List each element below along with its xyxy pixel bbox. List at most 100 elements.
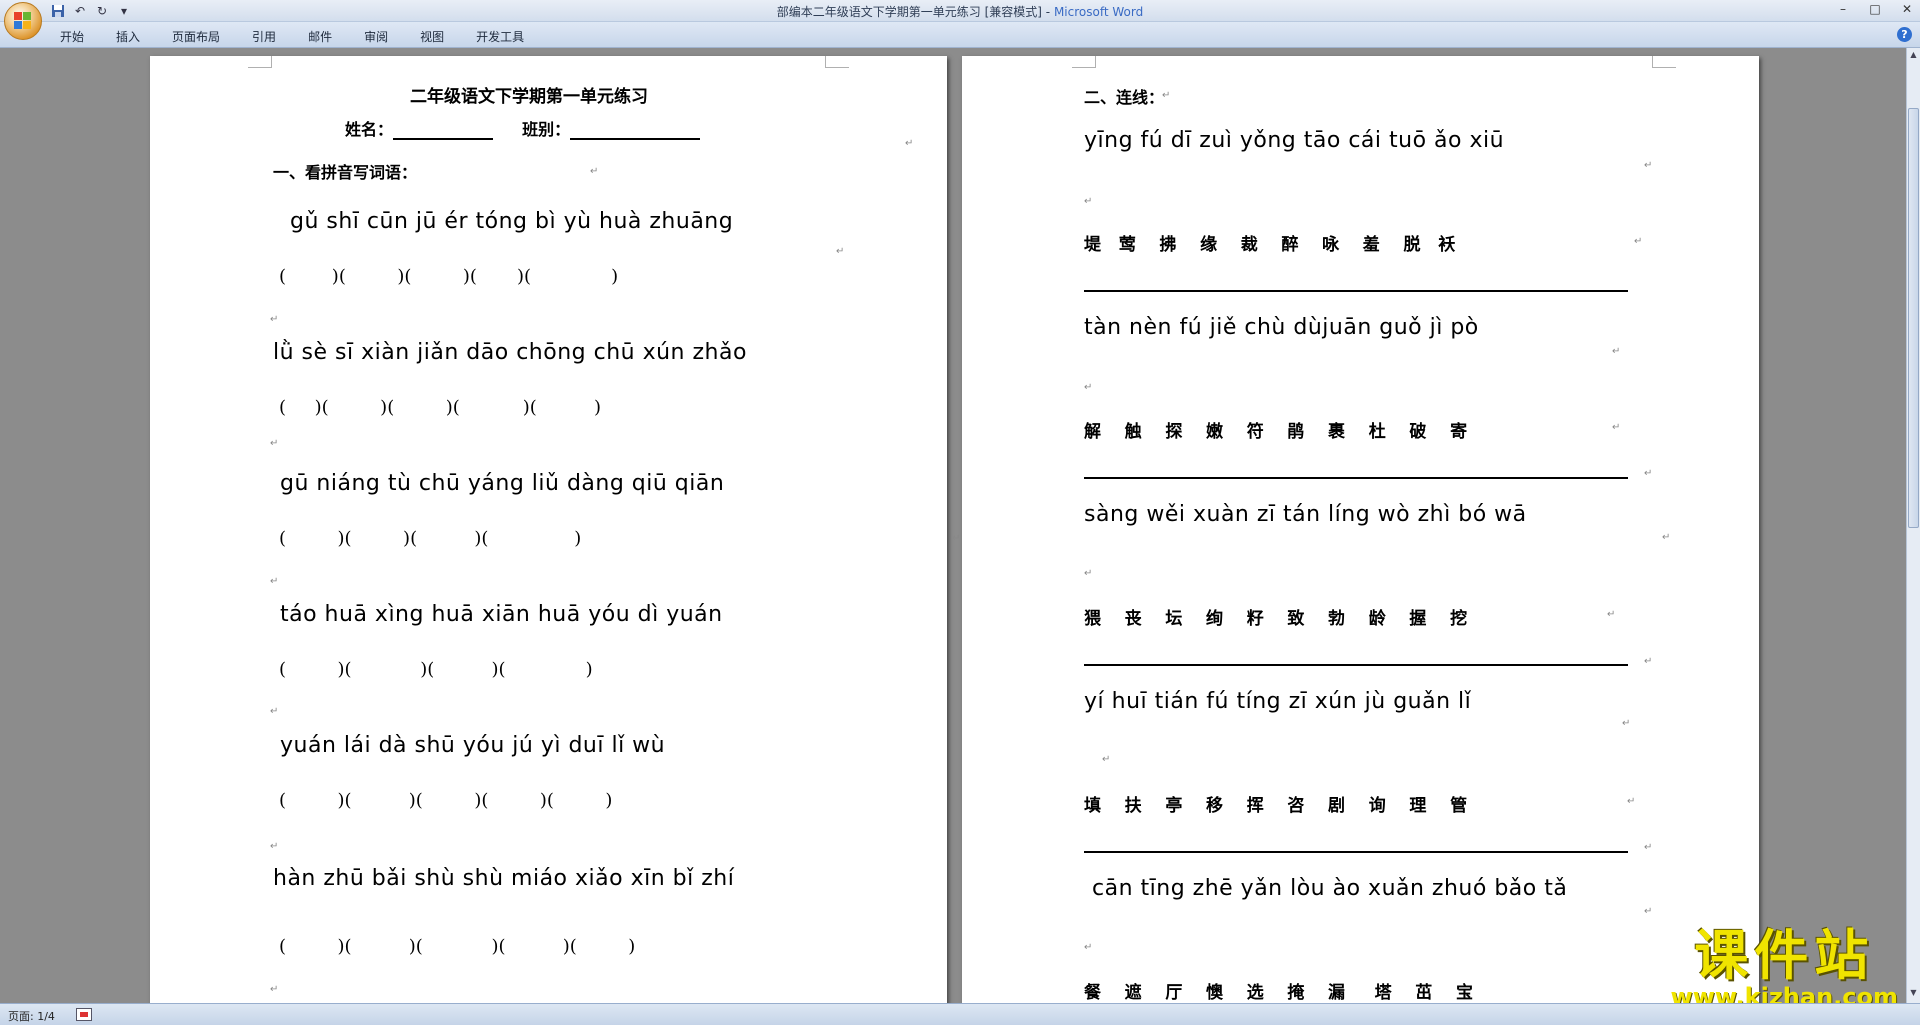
scroll-up-icon[interactable]: ▲: [1908, 50, 1919, 62]
tab-view[interactable]: 视图: [420, 28, 444, 45]
document-page-1[interactable]: 二年级语文下学期第一单元练习 姓名： 班别： 一、看拼音写词语： gǔ shī …: [150, 56, 980, 1003]
paragraph-mark: ↵: [1084, 568, 1093, 579]
paragraph-mark: ↵: [270, 576, 279, 587]
document-workspace[interactable]: 二年级语文下学期第一单元练习 姓名： 班别： 一、看拼音写词语： gǔ shī …: [0, 48, 1906, 1003]
status-bar: 页面: 1/4: [0, 1003, 1920, 1025]
matching-chars-row-1: 堤 莺 拂 缘 裁 醉 咏 羞 脱 袄: [1084, 235, 1456, 255]
matching-pinyin-row-1: yīng fú dī zuì yǒng tāo cái tuō ǎo xiū: [1084, 128, 1505, 153]
window-title: 部编本二年级语文下学期第一单元练习 [兼容模式] - Microsoft Wor…: [0, 3, 1920, 20]
margin-corner-mark: [1072, 56, 1096, 68]
app-name: Microsoft Word: [1053, 5, 1144, 19]
matching-chars-row-4: 填 扶 亭 移 挥 咨 剧 询 理 管: [1084, 796, 1468, 816]
paragraph-mark: ↵: [1084, 196, 1093, 207]
paragraph-mark: ↵: [836, 246, 845, 257]
tab-insert[interactable]: 插入: [116, 28, 140, 45]
ribbon: 开始 插入 页面布局 引用 邮件 审阅 视图 开发工具 ?: [0, 22, 1920, 48]
tab-developer[interactable]: 开发工具: [476, 28, 524, 45]
matching-chars-row-3: 猥 丧 坛 绚 籽 致 勃 龄 握 挖: [1084, 609, 1468, 629]
ribbon-tabs: 开始 插入 页面布局 引用 邮件 审阅 视图 开发工具: [60, 28, 556, 45]
class-label: 班别：: [522, 120, 571, 139]
office-button[interactable]: [4, 2, 42, 40]
maximize-icon[interactable]: □: [1868, 2, 1882, 16]
paragraph-mark: ↵: [270, 706, 279, 717]
office-logo-icon: [14, 12, 32, 30]
class-blank[interactable]: [570, 122, 701, 140]
name-blank[interactable]: [393, 122, 494, 140]
paragraph-mark: ↵: [1644, 160, 1653, 171]
paragraph-mark: ↵: [1634, 236, 1643, 247]
answer-brackets-row-4[interactable]: ( )( )( )( ): [279, 659, 593, 680]
name-class-line: 姓名： 班别：: [345, 116, 701, 140]
paragraph-mark: ↵: [590, 166, 599, 177]
matching-pinyin-row-5: cān tīng zhē yǎn lòu ào xuǎn zhuó bǎo tǎ: [1092, 876, 1568, 901]
tab-review[interactable]: 审阅: [364, 28, 388, 45]
paragraph-mark: ↵: [1607, 609, 1616, 620]
document-name: 部编本二年级语文下学期第一单元练习 [兼容模式]: [776, 5, 1042, 19]
paragraph-mark: ↵: [1102, 754, 1111, 765]
paragraph-mark: ↵: [905, 138, 914, 149]
matching-line-1[interactable]: [1084, 290, 1628, 292]
paragraph-mark: ↵: [1162, 90, 1171, 101]
help-icon[interactable]: ?: [1897, 27, 1912, 42]
site-watermark: 课件站 www.kjzhan.com: [1671, 926, 1898, 1010]
answer-brackets-row-2[interactable]: ( )( )( )( )( ): [279, 397, 601, 418]
window-controls: – □ ✕: [1836, 2, 1914, 16]
paragraph-mark: ↵: [1612, 422, 1621, 433]
name-label: 姓名：: [345, 120, 394, 139]
paragraph-mark: ↵: [1644, 906, 1653, 917]
matching-chars-row-5: 餐 遮 厅 懊 选 掩 漏 塔 茁 宝: [1084, 983, 1473, 1003]
paragraph-mark: ↵: [270, 438, 279, 449]
tab-references[interactable]: 引用: [252, 28, 276, 45]
paragraph-mark: ↵: [1662, 532, 1671, 543]
paragraph-mark: ↵: [270, 314, 279, 325]
proofing-icon[interactable]: [76, 1008, 92, 1021]
paragraph-mark: ↵: [1084, 942, 1093, 953]
answer-brackets-row-1[interactable]: ( )( )( )( )( ): [279, 266, 618, 287]
matching-line-4[interactable]: [1084, 851, 1628, 853]
title-bar: ↶ ↻ ▾ 部编本二年级语文下学期第一单元练习 [兼容模式] - Microso…: [0, 0, 1920, 22]
paragraph-mark: ↵: [1612, 346, 1621, 357]
close-icon[interactable]: ✕: [1900, 2, 1914, 16]
pinyin-row-1: gǔ shī cūn jū ér tóng bì yù huà zhuāng: [290, 209, 734, 234]
watermark-text: 课件站: [1694, 923, 1875, 987]
paragraph-mark: ↵: [270, 841, 279, 852]
pinyin-row-4: táo huā xìng huā xiān huā yóu dì yuán: [280, 602, 723, 627]
pinyin-row-5: yuán lái dà shū yóu jú yì duī lǐ wù: [280, 733, 666, 758]
scrollbar-thumb[interactable]: [1908, 108, 1919, 528]
document-title: 二年级语文下学期第一单元练习: [410, 87, 648, 107]
paragraph-mark: ↵: [1644, 468, 1653, 479]
tab-home[interactable]: 开始: [60, 28, 84, 45]
answer-brackets-row-5[interactable]: ( )( )( )( )( ): [279, 790, 612, 811]
paragraph-mark: ↵: [270, 984, 279, 995]
matching-line-2[interactable]: [1084, 477, 1628, 479]
document-page-2[interactable]: 二、连线： yīng fú dī zuì yǒng tāo cái tuō ǎo…: [962, 56, 1759, 1003]
scroll-down-icon[interactable]: ▼: [1908, 988, 1919, 1000]
paragraph-mark: ↵: [1622, 718, 1631, 729]
section-heading-matching: 二、连线：: [1084, 88, 1165, 107]
section-heading-pinyin: 一、看拼音写词语：: [273, 163, 418, 182]
pinyin-row-2: lǜ sè sī xiàn jiǎn dāo chōng chū xún zhǎ…: [273, 340, 747, 365]
title-separator: -: [1041, 5, 1054, 19]
pinyin-row-3: gū niáng tù chū yáng liǔ dàng qiū qiān: [280, 471, 725, 496]
answer-brackets-row-3[interactable]: ( )( )( )( ): [279, 528, 581, 549]
paragraph-mark: ↵: [1627, 796, 1636, 807]
matching-pinyin-row-3: sàng wěi xuàn zī tán líng wò zhì bó wā: [1084, 502, 1527, 527]
answer-brackets-row-6[interactable]: ( )( )( )( )( ): [279, 936, 635, 957]
matching-pinyin-row-4: yí huī tián fú tíng zī xún jù guǎn lǐ: [1084, 689, 1472, 714]
pinyin-row-6: hàn zhū bǎi shù shù miáo xiǎo xīn bǐ zhí: [273, 866, 735, 891]
tab-page-layout[interactable]: 页面布局: [172, 28, 220, 45]
margin-corner-mark: [825, 56, 849, 68]
paragraph-mark: ↵: [1644, 656, 1653, 667]
margin-corner-mark: [1652, 56, 1676, 68]
matching-pinyin-row-2: tàn nèn fú jiě chù dùjuān guǒ jì pò: [1084, 315, 1479, 340]
vertical-scrollbar[interactable]: ▲ ▼: [1906, 48, 1920, 1003]
page-count[interactable]: 页面: 1/4: [8, 1008, 55, 1024]
tab-mailings[interactable]: 邮件: [308, 28, 332, 45]
paragraph-mark: ↵: [1084, 382, 1093, 393]
margin-corner-mark: [248, 56, 272, 68]
paragraph-mark: ↵: [952, 533, 961, 544]
paragraph-mark: ↵: [1644, 842, 1653, 853]
matching-line-3[interactable]: [1084, 664, 1628, 666]
minimize-icon[interactable]: –: [1836, 2, 1850, 16]
matching-chars-row-2: 解 触 探 嫩 符 鹃 裹 杜 破 寄: [1084, 422, 1468, 442]
